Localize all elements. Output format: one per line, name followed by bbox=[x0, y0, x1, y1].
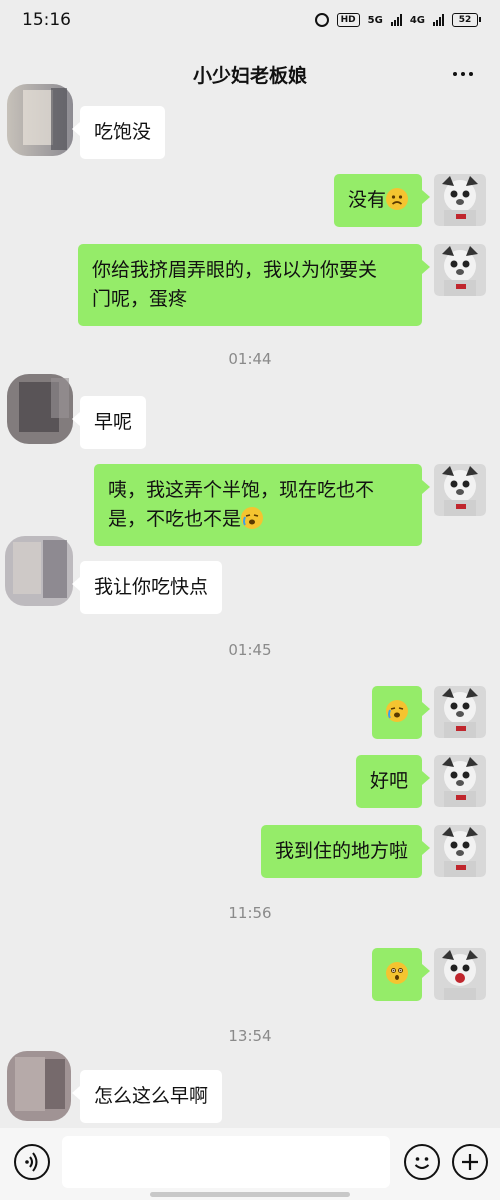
my-avatar[interactable] bbox=[434, 244, 486, 296]
contact-avatar[interactable] bbox=[3, 1045, 75, 1125]
contact-avatar[interactable] bbox=[3, 530, 75, 610]
signal-icon bbox=[390, 14, 402, 26]
voice-input-button[interactable] bbox=[14, 1144, 50, 1180]
my-avatar[interactable] bbox=[434, 464, 486, 516]
my-avatar[interactable] bbox=[434, 948, 486, 1000]
my-avatar[interactable] bbox=[434, 755, 486, 807]
message-text-line: 门呢，蛋疼 bbox=[92, 288, 188, 310]
contact-avatar[interactable] bbox=[3, 80, 75, 160]
my-avatar[interactable] bbox=[434, 174, 486, 226]
message-bubble-sent[interactable] bbox=[372, 686, 430, 739]
timestamp: 01:45 bbox=[228, 641, 272, 659]
message-text: 怎么这么早啊 bbox=[94, 1085, 209, 1107]
status-time: 15:16 bbox=[22, 10, 71, 30]
message-text: 没有 bbox=[347, 189, 386, 211]
input-bar bbox=[0, 1128, 500, 1200]
message-bubble-received[interactable]: 早呢 bbox=[71, 396, 147, 449]
message-bubble-sent[interactable]: 你给我挤眉弄眼的，我以为你要关 门呢，蛋疼 bbox=[78, 244, 430, 326]
message-input[interactable] bbox=[62, 1136, 390, 1188]
crying-face-emoji bbox=[386, 700, 408, 722]
message-bubble-sent[interactable]: 没有 bbox=[333, 174, 431, 227]
dot-icon bbox=[453, 72, 457, 76]
network-4g-label: 4G bbox=[409, 14, 425, 26]
emoji-button[interactable] bbox=[404, 1144, 440, 1180]
message-text: 早呢 bbox=[94, 411, 133, 433]
status-bar: 15:16 HD 5G 4G 52 bbox=[0, 0, 500, 40]
dot-icon bbox=[461, 72, 465, 76]
smiley-icon bbox=[414, 1157, 430, 1169]
signal-icon bbox=[433, 14, 444, 26]
message-bubble-sent[interactable] bbox=[372, 948, 430, 1001]
message-text: 好吧 bbox=[369, 770, 408, 792]
contact-avatar[interactable] bbox=[3, 368, 75, 448]
hd-badge: HD bbox=[336, 13, 360, 27]
dot-icon bbox=[469, 72, 473, 76]
more-options-button[interactable] bbox=[448, 62, 478, 86]
message-text: 我到住的地方啦 bbox=[274, 840, 408, 862]
plus-icon bbox=[462, 1154, 478, 1170]
voice-wave-icon bbox=[25, 1152, 38, 1172]
chat-header: 小少妇老板娘 bbox=[0, 48, 500, 100]
message-text-line: 咦，我这弄个半饱，现在吃也不 bbox=[108, 479, 375, 501]
network-5g-label: 5G bbox=[367, 14, 383, 26]
battery-icon: 52 bbox=[452, 13, 481, 27]
shocked-face-emoji bbox=[386, 962, 408, 984]
frowning-face-emoji bbox=[386, 188, 408, 210]
message-bubble-sent[interactable]: 好吧 bbox=[355, 755, 431, 808]
timestamp: 13:54 bbox=[228, 1027, 272, 1045]
chat-title: 小少妇老板娘 bbox=[192, 64, 307, 87]
message-bubble-sent[interactable]: 咦，我这弄个半饱，现在吃也不 是，不吃也不是 bbox=[94, 464, 430, 546]
message-bubble-received[interactable]: 怎么这么早啊 bbox=[71, 1070, 223, 1123]
message-bubble-received[interactable]: 吃饱没 bbox=[71, 106, 166, 159]
my-avatar[interactable] bbox=[434, 686, 486, 738]
timestamp: 01:44 bbox=[228, 350, 272, 368]
message-text: 吃饱没 bbox=[94, 121, 152, 143]
message-bubble-sent[interactable]: 我到住的地方啦 bbox=[260, 825, 431, 878]
home-indicator[interactable] bbox=[150, 1192, 350, 1197]
message-text: 我让你吃快点 bbox=[94, 576, 209, 598]
message-text-line: 你给我挤眉弄眼的，我以为你要关 bbox=[92, 259, 378, 281]
status-icons: HD 5G 4G 52 bbox=[314, 13, 481, 27]
my-avatar[interactable] bbox=[434, 825, 486, 877]
message-text-line: 是，不吃也不是 bbox=[108, 508, 242, 530]
timestamp: 11:56 bbox=[228, 904, 272, 922]
alarm-icon bbox=[314, 13, 329, 27]
message-bubble-received[interactable]: 我让你吃快点 bbox=[71, 561, 223, 614]
crying-face-emoji bbox=[241, 507, 264, 529]
more-functions-button[interactable] bbox=[452, 1144, 488, 1180]
